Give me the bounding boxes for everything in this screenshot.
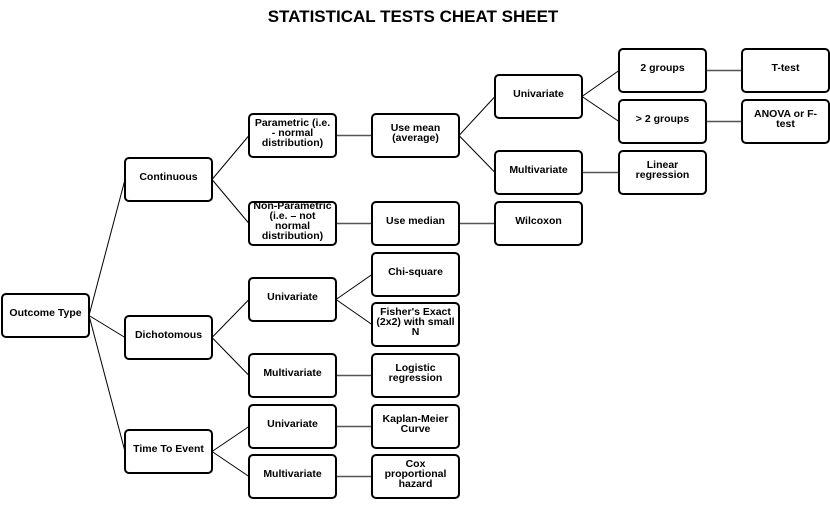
node-label: Logistic regression — [388, 361, 443, 384]
node-label: Cox proportional hazard — [384, 457, 447, 490]
node-label: Parametric (i.e. - normal distribution) — [254, 116, 331, 149]
edge-dich-univariate-to-chisquare — [335, 274, 373, 300]
node-label: Continuous — [139, 170, 198, 183]
node-outcome: Outcome Type — [1, 293, 90, 338]
edge-outcome-to-tte — [88, 315, 126, 452]
diagram-canvas: STATISTICAL TESTS CHEAT SHEET Outcome Ty… — [0, 0, 830, 516]
node-label: Use mean (average) — [390, 121, 441, 144]
node-label: Dichotomous — [134, 328, 203, 341]
node-fisher: Fisher's Exact (2x2) with small N — [371, 302, 460, 347]
edge-outcome-to-continuous — [88, 179, 126, 316]
node-wilcoxon: Wilcoxon — [494, 201, 583, 246]
node-dichotomous: Dichotomous — [124, 315, 213, 360]
node-moregroups: > 2 groups — [618, 99, 707, 144]
node-label: > 2 groups — [635, 112, 690, 125]
diagram-title: STATISTICAL TESTS CHEAT SHEET — [267, 7, 559, 26]
node-label: Linear regression — [635, 158, 690, 181]
node-usemean: Use mean (average) — [371, 113, 460, 158]
node-anova: ANOVA or F-test — [741, 99, 830, 144]
node-label: Multivariate — [263, 467, 322, 480]
node-cox: Cox proportional hazard — [371, 454, 460, 499]
node-twogroups: 2 groups — [618, 48, 707, 93]
node-label: Multivariate — [509, 163, 568, 176]
node-label: Chi-square — [388, 265, 443, 278]
node-nonparametric: Non-Parametric (i.e. – not normal distri… — [248, 199, 337, 246]
edge-tte-to-tte-univariate — [211, 426, 250, 452]
node-label: Non-Parametric (i.e. – not normal distri… — [253, 199, 332, 242]
edge-tte-to-tte-multivariate — [211, 451, 250, 477]
node-label: Univariate — [267, 290, 318, 303]
edge-dich-univariate-to-fisher — [335, 299, 373, 325]
node-linear: Linear regression — [618, 150, 707, 195]
edge-cont-univariate-to-twogroups — [581, 70, 620, 97]
node-label: Fisher's Exact (2x2) with small N — [376, 305, 455, 338]
node-label: Wilcoxon — [515, 214, 562, 227]
node-cont-univariate: Univariate — [494, 74, 583, 119]
node-label: Use median — [386, 214, 445, 227]
edge-dichotomous-to-dich-multivariate — [211, 337, 250, 376]
node-label: Univariate — [267, 417, 318, 430]
node-label: 2 groups — [640, 61, 685, 74]
node-label: T-test — [771, 61, 800, 74]
node-ttest: T-test — [741, 48, 830, 93]
node-chisquare: Chi-square — [371, 252, 460, 297]
node-tte-multivariate: Multivariate — [248, 454, 337, 499]
edge-continuous-to-nonparametric — [211, 179, 250, 224]
node-label: Outcome Type — [9, 306, 82, 319]
node-parametric: Parametric (i.e. - normal distribution) — [248, 113, 337, 158]
node-dich-multivariate: Multivariate — [248, 353, 337, 398]
edge-cont-univariate-to-moregroups — [581, 96, 620, 122]
edge-usemean-to-cont-univariate — [458, 96, 496, 136]
node-label: Kaplan-Meier Curve — [382, 412, 449, 435]
node-dich-univariate: Univariate — [248, 277, 337, 322]
edge-usemean-to-cont-multivariate — [458, 135, 496, 173]
node-kaplan: Kaplan-Meier Curve — [371, 404, 460, 449]
node-label: ANOVA or F-test — [754, 107, 817, 130]
node-usemedian: Use median — [371, 201, 460, 246]
node-continuous: Continuous — [124, 157, 213, 202]
node-cont-multivariate: Multivariate — [494, 150, 583, 195]
edge-continuous-to-parametric — [211, 135, 250, 180]
node-tte: Time To Event — [124, 429, 213, 474]
node-logistic: Logistic regression — [371, 353, 460, 398]
node-label: Multivariate — [263, 366, 322, 379]
node-label: Univariate — [513, 87, 564, 100]
edge-dichotomous-to-dich-univariate — [211, 299, 250, 338]
node-label: Time To Event — [133, 442, 204, 455]
node-tte-univariate: Univariate — [248, 404, 337, 449]
